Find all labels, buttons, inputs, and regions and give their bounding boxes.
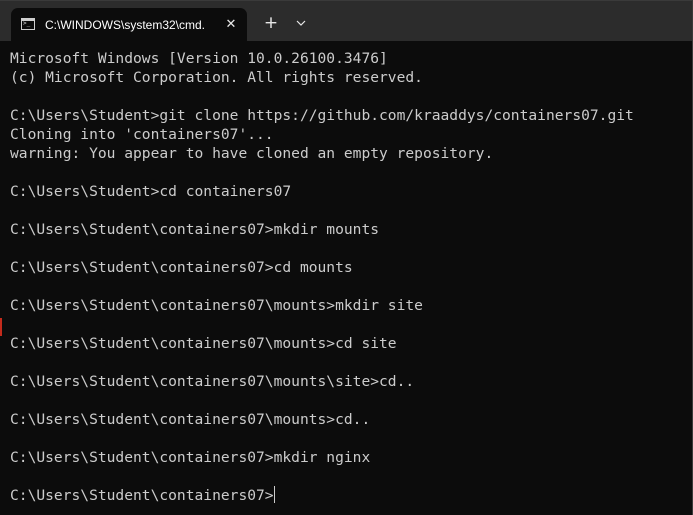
terminal-line: C:\Users\Student\containers07\mounts\sit… xyxy=(10,373,415,390)
tab-cmd[interactable]: >_ C:\WINDOWS\system32\cmd. ✕ xyxy=(11,8,247,41)
terminal-line: C:\Users\Student>git clone https://githu… xyxy=(10,107,634,124)
terminal-window: >_ C:\WINDOWS\system32\cmd. ✕ + Microsof… xyxy=(0,0,693,515)
terminal-line: (c) Microsoft Corporation. All rights re… xyxy=(10,69,423,86)
terminal-line: C:\Users\Student\containers07\mounts>cd.… xyxy=(10,411,371,428)
terminal-line: C:\Users\Student\containers07>mkdir ngin… xyxy=(10,449,371,466)
title-bar[interactable]: >_ C:\WINDOWS\system32\cmd. ✕ + xyxy=(0,0,693,41)
terminal-prompt: C:\Users\Student\containers07> xyxy=(10,487,274,504)
window-edge-highlight xyxy=(0,318,2,336)
terminal-prompt-line[interactable]: C:\Users\Student\containers07> xyxy=(10,486,690,505)
terminal-line: C:\Users\Student\containers07\mounts>cd … xyxy=(10,335,397,352)
title-bar-border xyxy=(0,0,693,1)
plus-icon[interactable]: + xyxy=(260,12,282,34)
terminal-line: C:\Users\Student\containers07>cd mounts xyxy=(10,259,353,276)
chevron-down-icon[interactable] xyxy=(290,12,312,34)
terminal-output[interactable]: Microsoft Windows [Version 10.0.26100.34… xyxy=(10,49,690,505)
text-cursor xyxy=(273,486,275,503)
terminal-line: C:\Users\Student\containers07\mounts>mkd… xyxy=(10,297,423,314)
terminal-line: Microsoft Windows [Version 10.0.26100.34… xyxy=(10,50,388,67)
terminal-line: C:\Users\Student>cd containers07 xyxy=(10,183,292,200)
close-icon[interactable]: ✕ xyxy=(221,15,241,35)
terminal-line: Cloning into 'containers07'... xyxy=(10,126,274,143)
terminal-line: C:\Users\Student\containers07>mkdir moun… xyxy=(10,221,380,238)
tab-title: C:\WINDOWS\system32\cmd. xyxy=(45,18,206,32)
cmd-terminal-icon: >_ xyxy=(21,18,35,30)
terminal-line: warning: You appear to have cloned an em… xyxy=(10,145,494,162)
cmd-icon-glyph: >_ xyxy=(23,20,31,27)
